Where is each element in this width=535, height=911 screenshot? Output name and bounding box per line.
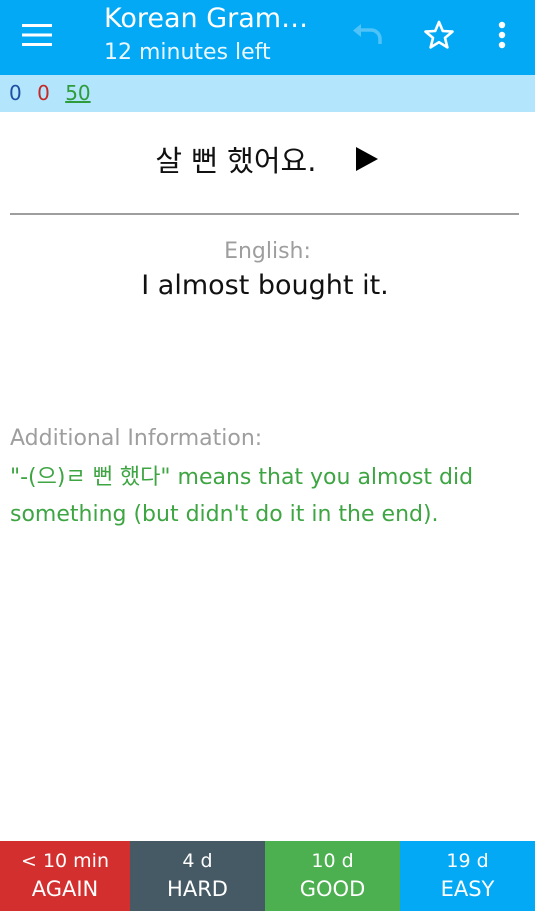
hard-button[interactable]: 4 d HARD — [130, 841, 265, 911]
answer-buttons-bar: < 10 min AGAIN 4 d HARD 10 d GOOD 19 d E… — [0, 841, 535, 911]
new-count: 0 — [9, 81, 22, 105]
again-interval: < 10 min — [20, 850, 109, 872]
again-label: AGAIN — [31, 877, 99, 901]
additional-info-label: Additional Information: — [10, 426, 263, 451]
app-toolbar: Korean Gram… 12 minutes left — [0, 0, 535, 75]
question-text: 살 뻔 했어요. — [155, 144, 317, 178]
mark-star-button[interactable] — [416, 14, 462, 60]
hard-label: HARD — [167, 877, 228, 901]
good-button[interactable]: 10 d GOOD — [265, 841, 400, 911]
undo-icon — [351, 24, 383, 50]
play-audio-icon[interactable] — [354, 145, 380, 173]
more-vert-icon — [498, 21, 506, 53]
star-outline-icon — [424, 20, 454, 54]
time-remaining: 12 minutes left — [104, 40, 271, 65]
good-interval: 10 d — [311, 850, 354, 872]
again-button[interactable]: < 10 min AGAIN — [0, 841, 130, 911]
easy-interval: 19 d — [446, 850, 489, 872]
card-counts-bar: 0 0 50 — [0, 75, 535, 112]
undo-button[interactable] — [344, 14, 390, 60]
hard-interval: 4 d — [182, 850, 213, 872]
hamburger-menu-icon — [22, 23, 52, 51]
deck-title: Korean Gram… — [104, 3, 309, 34]
menu-button[interactable] — [12, 16, 62, 58]
learning-count: 0 — [37, 81, 50, 105]
easy-label: EASY — [440, 877, 495, 901]
review-count: 50 — [65, 81, 91, 105]
easy-button[interactable]: 19 d EASY — [400, 841, 535, 911]
english-translation: I almost bought it. — [141, 270, 389, 301]
toolbar-title-block: Korean Gram… 12 minutes left — [104, 4, 324, 66]
question-area: 살 뻔 했어요. — [0, 138, 535, 180]
additional-info-text: "-(으)ㄹ 뻔 했다" means that you almost did s… — [10, 465, 474, 527]
good-label: GOOD — [299, 877, 366, 901]
english-label: English: — [224, 239, 311, 264]
overflow-menu-button[interactable] — [479, 14, 525, 60]
question-answer-divider — [10, 213, 519, 215]
